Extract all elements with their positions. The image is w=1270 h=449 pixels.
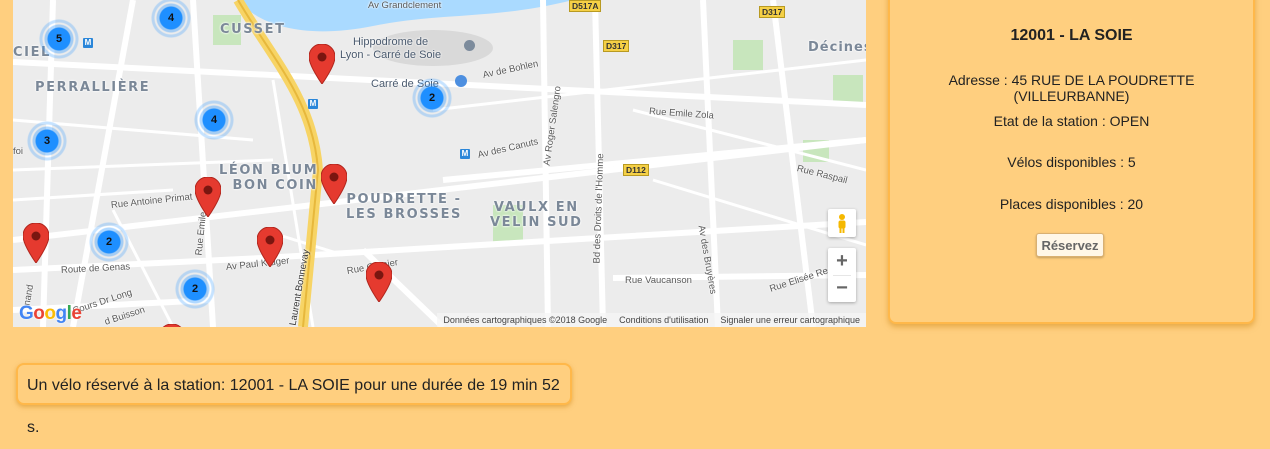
station-cluster[interactable]: 2 [174, 268, 216, 310]
reservation-notice: Un vélo réservé à la station: 12001 - LA… [16, 363, 572, 436]
station-title: 12001 - LA SOIE [1010, 27, 1133, 44]
map-attribution: Données cartographiques ©2018 Google Con… [437, 313, 866, 327]
area-label-leon-blum: LÉON BLUM - BON COIN [219, 163, 330, 193]
route-badge: D517A [569, 0, 602, 12]
station-marker-icon[interactable] [321, 164, 347, 204]
zoom-divider [833, 275, 851, 276]
cluster-count: 4 [210, 114, 218, 126]
route-badge: D317 [603, 40, 630, 52]
station-cluster[interactable]: 2 [88, 221, 130, 263]
area-label-cusset: CUSSET [220, 22, 286, 37]
street-rue-vaucanson: Rue Vaucanson [625, 275, 692, 286]
report-error-link[interactable]: Signaler une erreur cartographique [714, 313, 866, 327]
metro-icon: M [83, 38, 93, 48]
street-foi: foi [13, 146, 24, 157]
shopping-icon [455, 75, 467, 87]
station-info-panel: 12001 - LA SOIE Adresse : 45 RUE DE LA P… [888, 0, 1255, 324]
terms-link[interactable]: Conditions d'utilisation [613, 313, 714, 327]
area-label-poudrette: POUDRETTE - LES BROSSES [346, 192, 463, 222]
station-marker-icon[interactable] [23, 223, 49, 263]
cluster-count: 2 [105, 236, 113, 248]
area-label-decines: Décines [808, 40, 866, 55]
zoom-control: + − [828, 248, 856, 302]
station-state: Etat de la station : OPEN [993, 113, 1150, 129]
station-marker-icon[interactable] [257, 227, 283, 267]
station-cluster[interactable]: 3 [26, 120, 68, 162]
cluster-count: 2 [191, 283, 199, 295]
station-cluster[interactable]: 5 [38, 18, 80, 60]
cluster-count: 3 [43, 135, 51, 147]
area-label-perralliere: PERRALLIÈRE [35, 80, 151, 95]
station-marker-icon[interactable] [366, 262, 392, 302]
station-marker-icon[interactable] [195, 177, 221, 217]
poi-label-hippodrome: Hippodrome de Lyon - Carré de Soie [340, 36, 442, 61]
map-data-credit: Données cartographiques ©2018 Google [443, 315, 608, 325]
station-cluster[interactable]: 4 [150, 0, 192, 39]
metro-icon: M [460, 149, 470, 159]
reserve-button[interactable]: Réservez [1036, 233, 1104, 257]
route-badge: D112 [623, 164, 649, 176]
cluster-count: 5 [55, 33, 63, 45]
cluster-count: 4 [167, 12, 175, 24]
zoom-in-button[interactable]: + [828, 248, 856, 275]
route-badge: D317 [759, 6, 786, 18]
station-marker-icon[interactable] [159, 324, 185, 327]
google-logo[interactable]: Google [19, 303, 82, 325]
station-places: Places disponibles : 20 [999, 196, 1144, 212]
station-address: Adresse : 45 RUE DE LA POUDRETTE (VILLEU… [948, 72, 1195, 104]
zoom-out-button[interactable]: − [828, 275, 856, 302]
map[interactable]: CUSSET PERRALLIÈRE LÉON BLUM - BON COIN … [13, 0, 866, 327]
pegman-button[interactable] [828, 209, 856, 237]
street-av-grandclement: Av Grandclement [368, 0, 442, 11]
poi-pin-icon [464, 40, 475, 51]
metro-icon: M [308, 99, 318, 109]
pegman-icon [838, 214, 846, 233]
station-cluster[interactable]: 2 [411, 77, 453, 119]
area-label-vaulx: VAULX EN VELIN SUD [490, 200, 583, 230]
cluster-count: 2 [428, 92, 436, 104]
station-marker-icon[interactable] [309, 44, 335, 84]
station-cluster[interactable]: 4 [193, 99, 235, 141]
station-bikes: Vélos disponibles : 5 [1007, 154, 1136, 170]
